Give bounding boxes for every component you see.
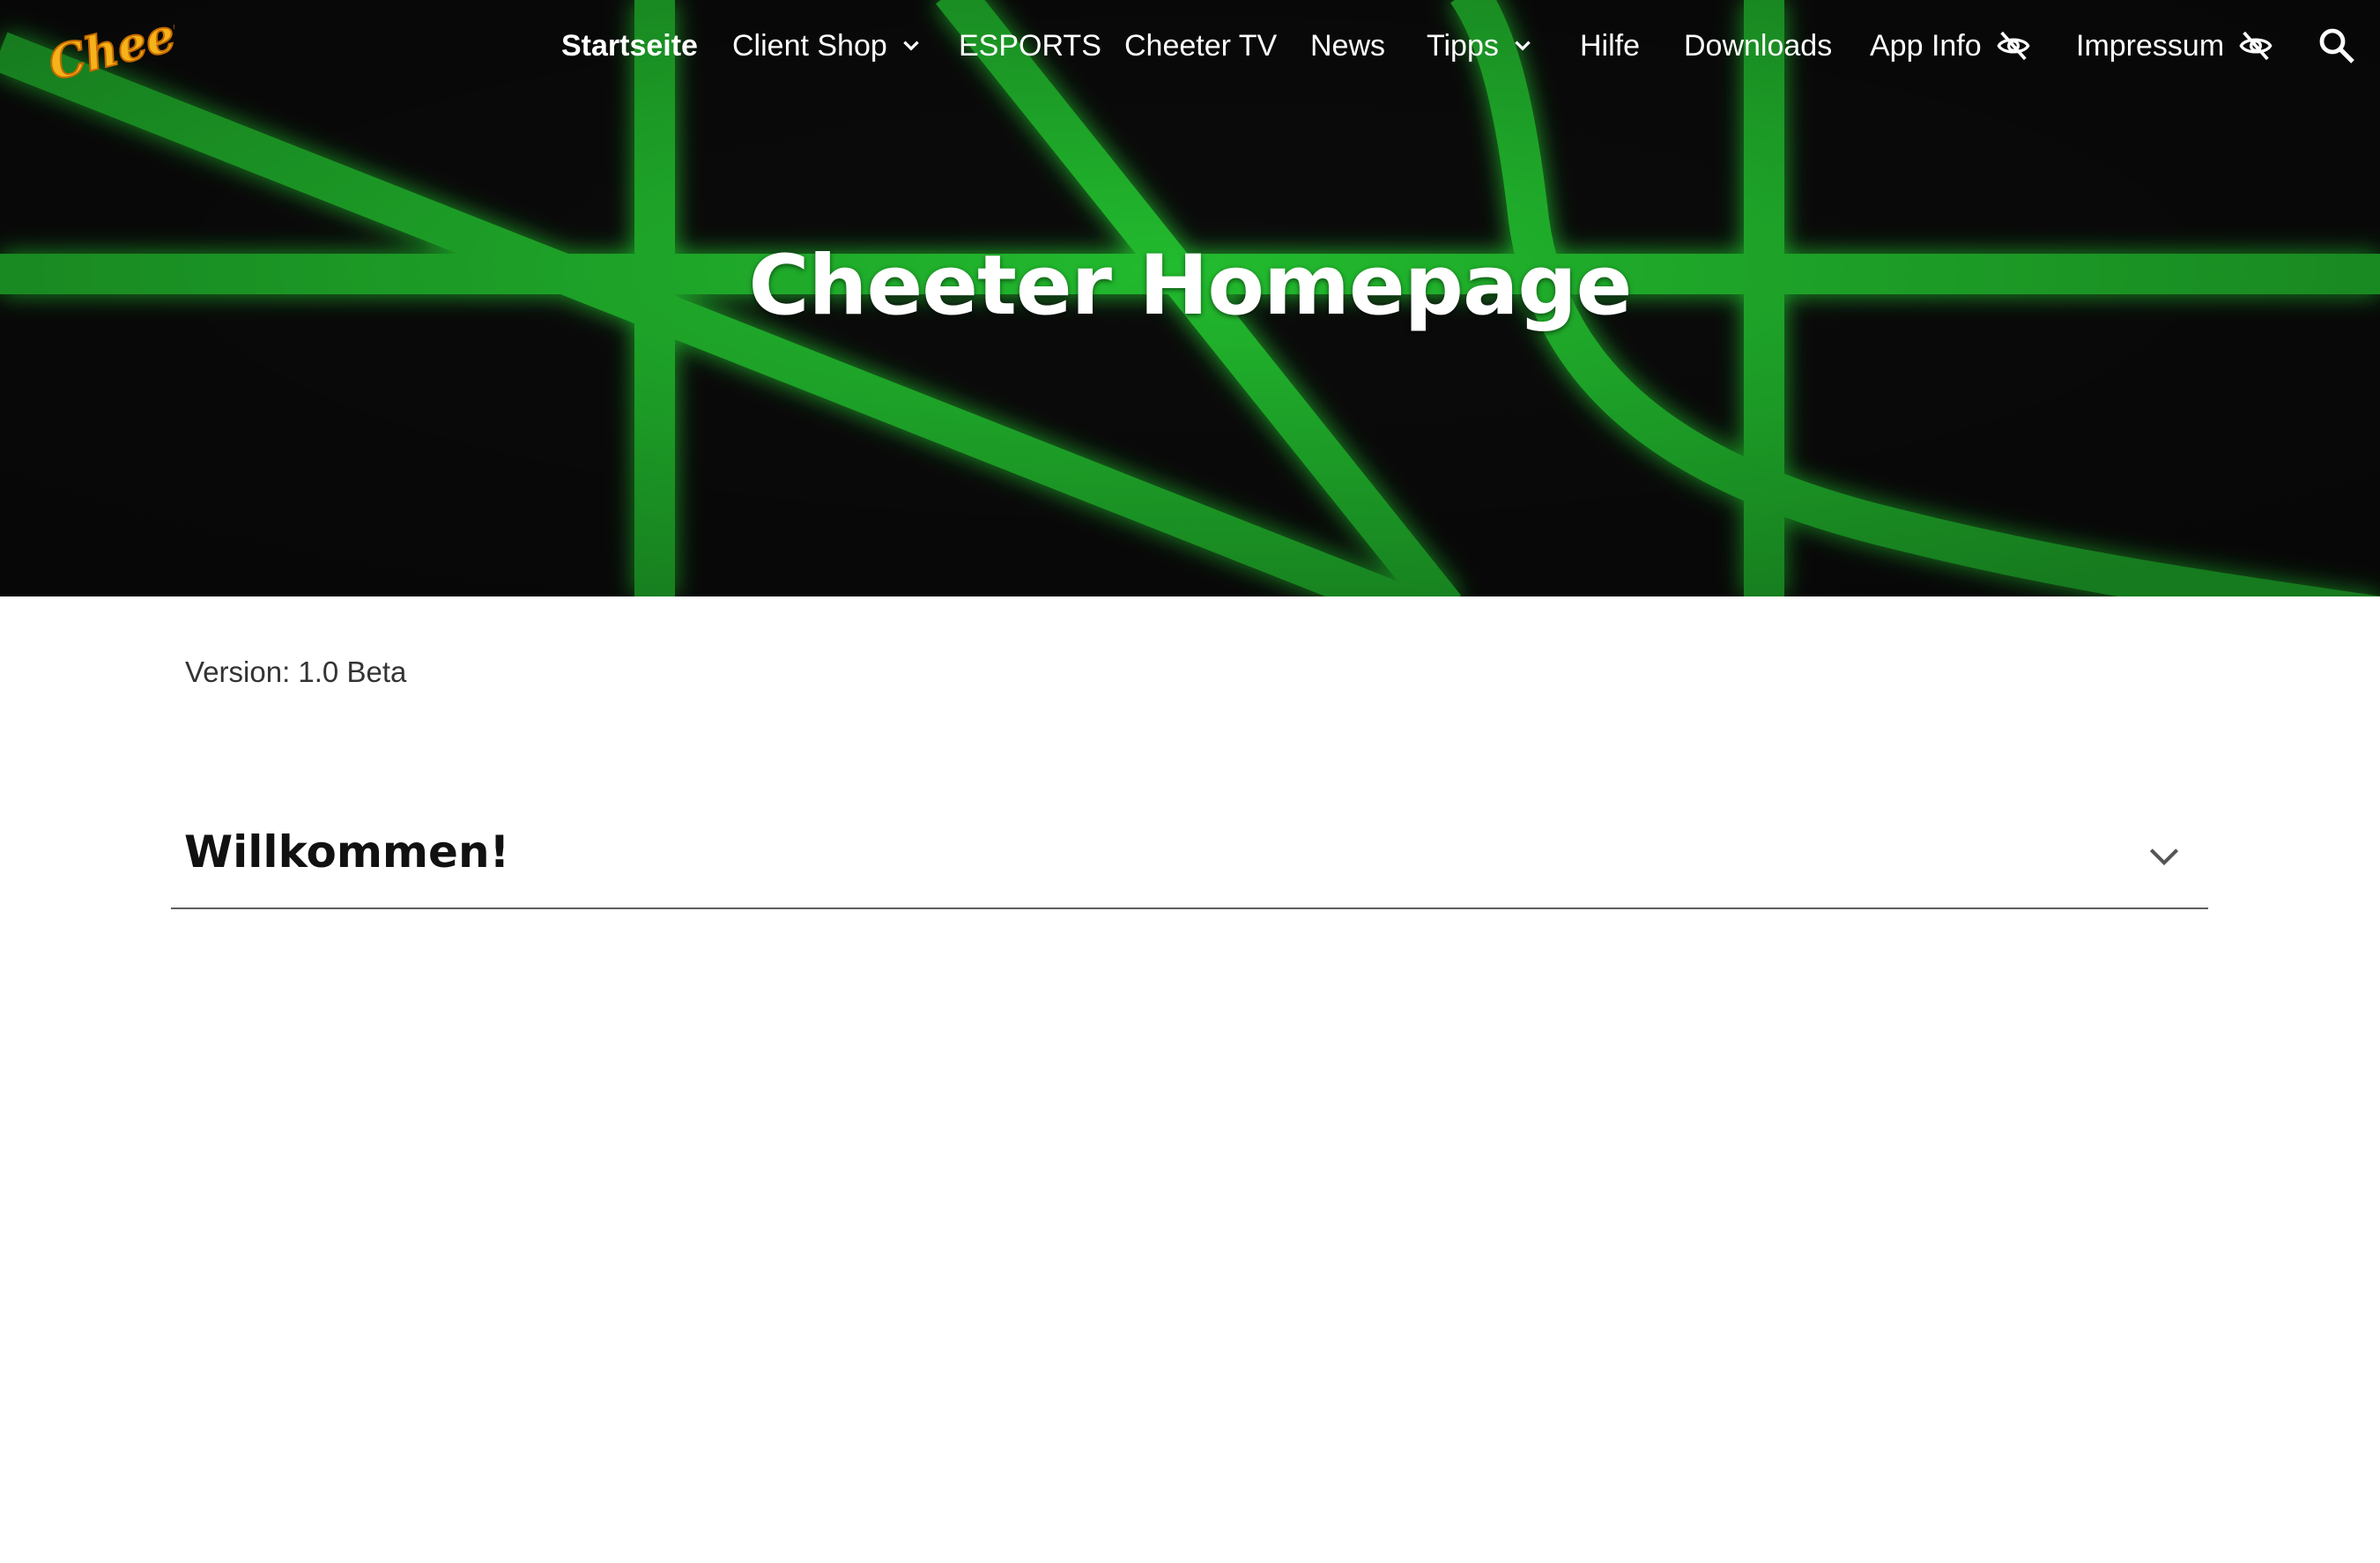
eye-off-icon	[2239, 31, 2272, 61]
accordion-willkommen[interactable]: Willkommen!	[171, 802, 2208, 909]
nav-item-downloads[interactable]: Downloads	[1684, 0, 1832, 92]
version-text: Version: 1.0 Beta	[185, 656, 407, 688]
chevron-down-icon[interactable]	[2145, 837, 2184, 876]
main-navigation: Startseite Client Shop ESPORTS Cheeter T…	[0, 0, 2380, 92]
nav-item-tipps[interactable]: Tipps	[1427, 0, 1534, 92]
chevron-down-icon	[1515, 41, 1531, 51]
nav-label: News	[1310, 28, 1386, 63]
nav-label: Downloads	[1684, 28, 1833, 63]
nav-label: Client Shop	[732, 28, 887, 63]
nav-item-hilfe[interactable]: Hilfe	[1580, 0, 1640, 92]
nav-item-news[interactable]: News	[1310, 0, 1385, 92]
nav-item-impressum[interactable]: Impressum	[2076, 0, 2273, 92]
nav-item-client-shop[interactable]: Client Shop	[732, 0, 923, 92]
eye-off-icon	[1997, 31, 2030, 61]
hero-banner: Cheeter Startseite Client Shop ESPORTS C…	[0, 0, 2380, 596]
nav-label: Impressum	[2076, 28, 2225, 63]
search-icon[interactable]	[2316, 25, 2358, 67]
nav-label: Startseite	[561, 28, 698, 63]
nav-label: Cheeter TV	[1124, 28, 1278, 63]
nav-item-app-info[interactable]: App Info	[1870, 0, 2031, 92]
nav-label: App Info	[1870, 28, 1982, 63]
chevron-down-icon	[903, 41, 919, 51]
nav-item-esports[interactable]: ESPORTS	[959, 0, 1101, 92]
page-title: Cheeter Homepage	[748, 238, 1633, 334]
nav-label: ESPORTS	[959, 28, 1101, 63]
accordion-title: Willkommen!	[184, 826, 510, 878]
nav-item-startseite[interactable]: Startseite	[561, 0, 698, 92]
nav-item-cheeter-tv[interactable]: Cheeter TV	[1124, 0, 1277, 92]
nav-label: Hilfe	[1580, 28, 1641, 63]
nav-label: Tipps	[1427, 28, 1499, 63]
